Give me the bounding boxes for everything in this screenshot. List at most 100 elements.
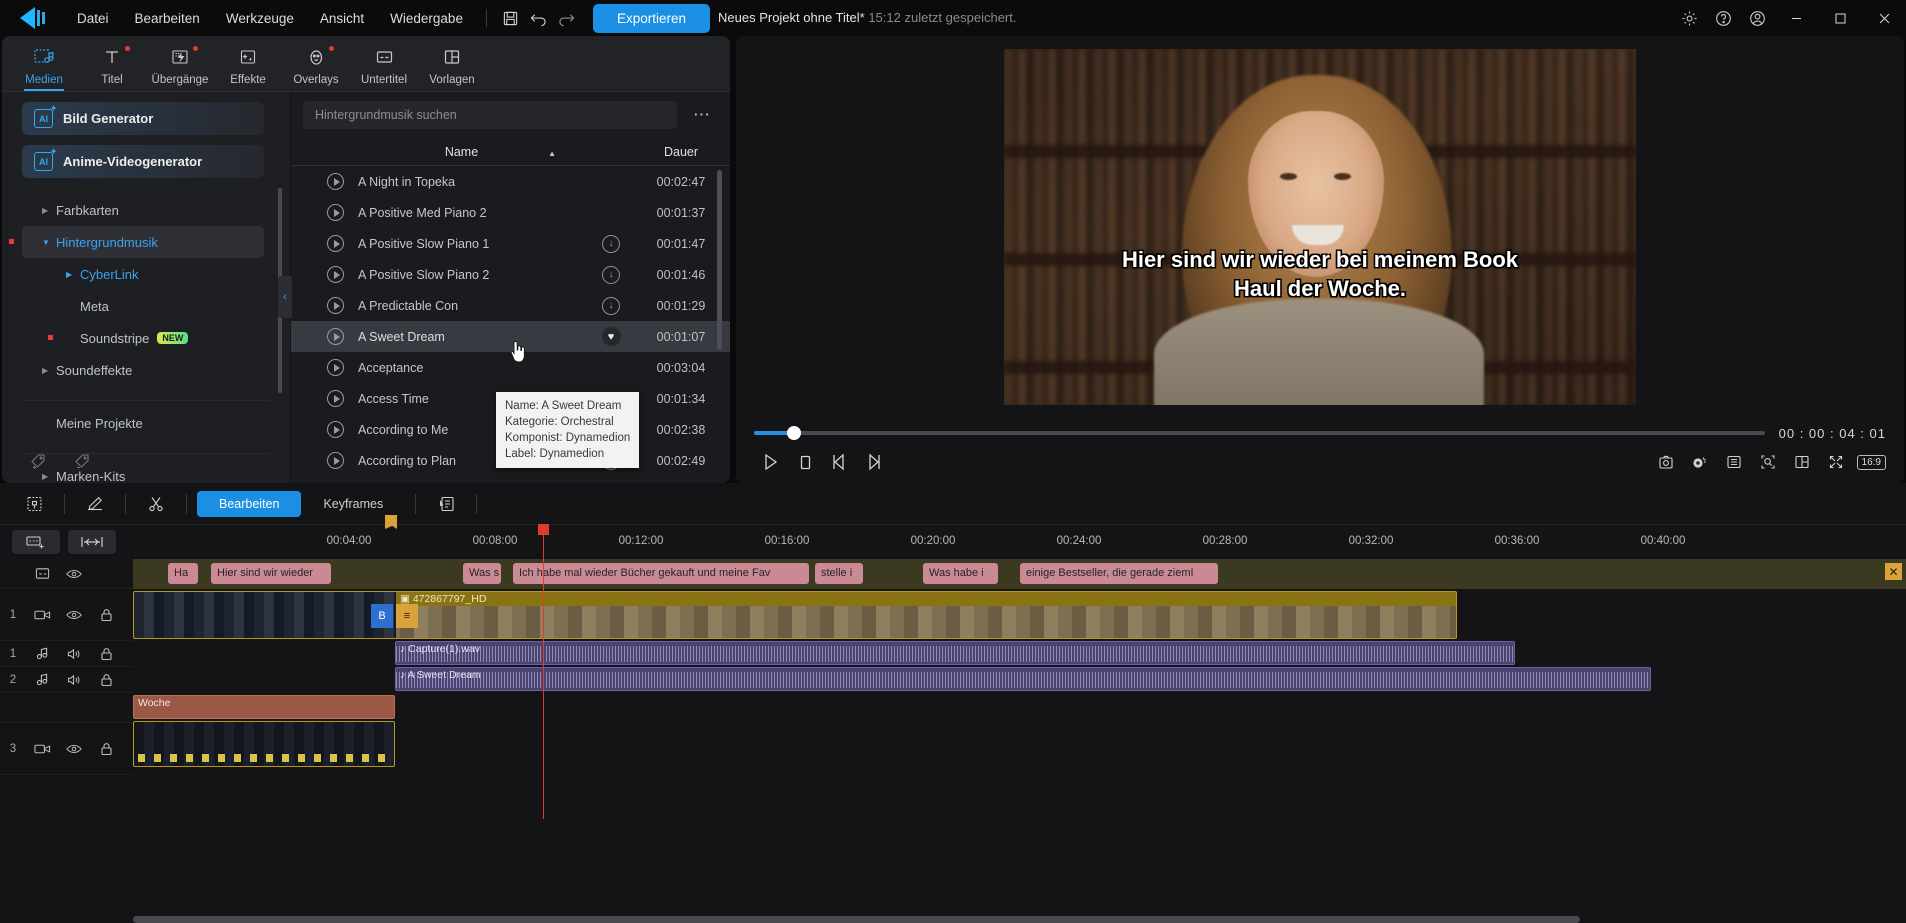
settings-gear-icon[interactable] — [1672, 0, 1706, 36]
tab-uebergaenge[interactable]: Übergänge — [146, 44, 214, 91]
caption-clip[interactable]: Was habe i — [923, 563, 998, 584]
play-icon[interactable] — [327, 328, 344, 345]
tab-effekte[interactable]: Effekte — [214, 44, 282, 91]
preview-quality-icon[interactable] — [1721, 449, 1747, 475]
download-icon[interactable]: ↓ — [602, 235, 620, 253]
lock-icon[interactable] — [90, 673, 122, 687]
tree-item-farbkarten[interactable]: ▶ Farbkarten — [22, 194, 264, 226]
playhead-handle[interactable] — [538, 524, 549, 535]
speaker-icon[interactable] — [58, 648, 90, 660]
export-button[interactable]: Exportieren — [593, 4, 710, 33]
storyboard-icon[interactable] — [14, 489, 54, 519]
play-icon[interactable] — [327, 266, 344, 283]
seek-handle[interactable] — [787, 426, 801, 440]
caption-clip[interactable]: einige Bestseller, die gerade ziemI — [1020, 563, 1218, 584]
eye-icon[interactable] — [58, 568, 90, 580]
tree-item-meta[interactable]: Meta — [22, 290, 264, 322]
transition-marker-b[interactable]: B — [371, 604, 393, 628]
camera-icon[interactable] — [26, 609, 58, 621]
tree-item-cyberlink[interactable]: ▶ CyberLink — [22, 258, 264, 290]
menu-wiedergabe[interactable]: Wiedergabe — [377, 5, 476, 32]
play-icon[interactable] — [327, 452, 344, 469]
play-icon[interactable] — [327, 359, 344, 376]
menu-datei[interactable]: Datei — [64, 5, 122, 32]
split-view-icon[interactable] — [1789, 449, 1815, 475]
more-options-icon[interactable]: ⋯ — [685, 105, 718, 125]
add-track-icon[interactable] — [12, 530, 60, 554]
list-item[interactable]: A Predictable Con ↓ 00:01:29 — [291, 290, 730, 321]
tab-medien[interactable]: Medien — [10, 44, 78, 91]
help-icon[interactable] — [1706, 0, 1740, 36]
list-item[interactable]: A Positive Slow Piano 1 ↓ 00:01:47 — [291, 228, 730, 259]
tree-item-hintergrundmusik[interactable]: ▼ Hintergrundmusik — [22, 226, 264, 258]
magnifier-icon[interactable] — [1755, 449, 1781, 475]
play-icon[interactable] — [327, 390, 344, 407]
timeline-canvas[interactable]: Ha Hier sind wir wieder Was s Ich habe m… — [133, 559, 1906, 923]
download-icon[interactable]: ↓ — [602, 297, 620, 315]
play-icon[interactable] — [327, 204, 344, 221]
timeline-hscrollbar[interactable] — [133, 916, 1898, 923]
play-icon[interactable] — [327, 235, 344, 252]
caption-clip[interactable]: Was s — [463, 563, 501, 584]
camera-icon[interactable] — [26, 743, 58, 755]
tab-vorlagen[interactable]: Vorlagen — [418, 44, 486, 91]
list-scrollbar[interactable] — [717, 170, 722, 350]
fullscreen-icon[interactable] — [1823, 449, 1849, 475]
snapshot-icon[interactable] — [1653, 449, 1679, 475]
caption-clip[interactable]: Ha — [168, 563, 198, 584]
favorite-heart-icon[interactable]: ♥ — [602, 327, 621, 346]
redo-icon[interactable] — [553, 5, 581, 31]
menu-bearbeiten[interactable]: Bearbeiten — [122, 5, 213, 32]
scissors-icon[interactable] — [136, 489, 176, 519]
list-item[interactable]: A Positive Med Piano 2 00:01:37 — [291, 197, 730, 228]
tree-item-soundstripe[interactable]: Soundstripe NEW — [22, 322, 264, 354]
ai-image-generator-button[interactable]: AI Bild Generator — [22, 102, 264, 135]
music-icon[interactable] — [26, 647, 58, 660]
lock-icon[interactable] — [90, 742, 122, 756]
music-icon[interactable] — [26, 673, 58, 686]
window-close-button[interactable] — [1862, 0, 1906, 36]
properties-icon[interactable] — [426, 489, 466, 519]
tab-untertitel[interactable]: Untertitel — [350, 44, 418, 91]
add-tag-icon[interactable] — [30, 453, 48, 475]
search-box[interactable] — [303, 101, 677, 129]
save-icon[interactable] — [497, 5, 525, 31]
stop-icon[interactable] — [788, 447, 822, 477]
undo-icon[interactable] — [525, 5, 553, 31]
title-clip[interactable]: Woche — [133, 695, 395, 719]
list-item[interactable]: A Positive Slow Piano 2 ↓ 00:01:46 — [291, 259, 730, 290]
lock-icon[interactable] — [90, 608, 122, 622]
search-input[interactable] — [315, 108, 665, 122]
remove-tag-icon[interactable] — [74, 453, 92, 475]
caption-clip[interactable]: stelle i — [815, 563, 863, 584]
video-clip-3[interactable] — [133, 721, 395, 767]
download-icon[interactable]: ↓ — [602, 266, 620, 284]
collapse-panel-button[interactable]: ‹ — [278, 276, 292, 318]
tab-titel[interactable]: Titel — [78, 44, 146, 91]
play-icon[interactable] — [327, 297, 344, 314]
account-icon[interactable] — [1740, 0, 1774, 36]
play-icon[interactable] — [327, 173, 344, 190]
eye-icon[interactable] — [58, 743, 90, 755]
close-icon[interactable]: ✕ — [1885, 563, 1902, 580]
audio-clip-music[interactable]: ♪ A Sweet Dream — [395, 667, 1651, 691]
window-minimize-button[interactable] — [1774, 0, 1818, 36]
column-header-name[interactable]: Name ▲ — [291, 145, 632, 159]
speaker-icon[interactable] — [58, 674, 90, 686]
subtitles-icon[interactable] — [26, 567, 58, 580]
tree-item-meine-projekte[interactable]: Meine Projekte — [22, 407, 264, 439]
seek-slider[interactable] — [754, 431, 1765, 435]
tab-keyframes[interactable]: Keyframes — [301, 491, 405, 517]
caption-track[interactable]: Ha Hier sind wir wieder Was s Ich habe m… — [133, 559, 1906, 589]
timeline-marker[interactable] — [385, 515, 397, 529]
caption-clip[interactable]: Ich habe mal wieder Bücher gekauft und m… — [513, 563, 809, 584]
window-maximize-button[interactable] — [1818, 0, 1862, 36]
transition-marker[interactable]: ≡ — [396, 604, 418, 628]
scrollbar-thumb[interactable] — [133, 916, 1580, 923]
caption-clip[interactable]: Hier sind wir wieder — [211, 563, 331, 584]
next-frame-icon[interactable] — [856, 447, 890, 477]
play-icon[interactable] — [754, 447, 788, 477]
tab-overlays[interactable]: Overlays — [282, 44, 350, 91]
ai-anime-video-generator-button[interactable]: AI Anime-Videogenerator — [22, 145, 264, 178]
playhead[interactable] — [543, 525, 544, 559]
